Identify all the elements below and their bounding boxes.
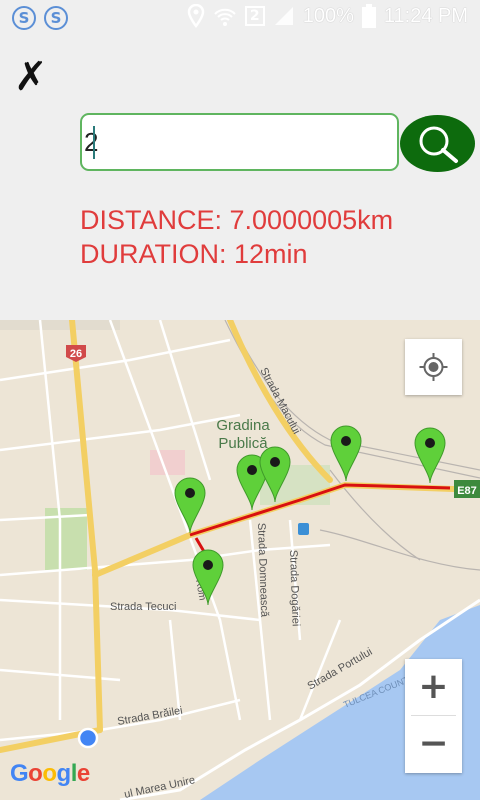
park-label: Gradina Publică (216, 417, 270, 452)
zoom-in-button[interactable]: + (405, 659, 462, 715)
app-notification-icon: S (12, 6, 36, 30)
street-label: Strada Portului (306, 646, 375, 693)
svg-text:E87: E87 (457, 485, 477, 497)
zoom-controls: + − (405, 659, 462, 773)
status-bar: S S 2 100% 11:24 PM (0, 0, 480, 36)
duration-text: DURATION: 12min (80, 239, 308, 269)
search-button[interactable] (400, 115, 475, 172)
search-icon (419, 126, 458, 163)
battery-percent: 100% (302, 4, 354, 27)
street-label: Strada Dogăriei (287, 550, 302, 627)
sim-badge: 2 (244, 6, 265, 26)
location-icon (187, 4, 204, 28)
transit-stop-icon (298, 523, 309, 535)
signal-icon (274, 7, 293, 25)
map-marker[interactable] (174, 477, 206, 534)
distance-text: DISTANCE: 7.0000005km (80, 205, 394, 235)
my-location-button[interactable] (405, 339, 462, 395)
map-marker[interactable] (414, 427, 446, 484)
route-e87-shield: E87 (454, 480, 480, 498)
google-logo: Google (10, 760, 90, 787)
street-label: Strada Tecuci (110, 601, 176, 613)
zoom-out-button[interactable]: − (405, 716, 462, 772)
search-input[interactable] (84, 125, 384, 159)
clock: 11:24 PM (383, 4, 468, 27)
wifi-icon (214, 8, 236, 26)
close-button[interactable]: ✗ (14, 54, 48, 100)
battery-icon (361, 4, 376, 28)
svg-text:26: 26 (70, 348, 82, 360)
my-location-dot (77, 727, 99, 749)
route-26-shield: 26 (66, 345, 86, 362)
app-notification-icon: S (44, 6, 68, 30)
map-marker[interactable] (330, 425, 362, 482)
search-field[interactable] (80, 113, 399, 171)
street-label: ul Marea Unire (123, 774, 196, 800)
text-caret (93, 126, 95, 159)
crosshair-icon (419, 353, 448, 381)
street-label: Strada Brăilei (116, 705, 183, 728)
